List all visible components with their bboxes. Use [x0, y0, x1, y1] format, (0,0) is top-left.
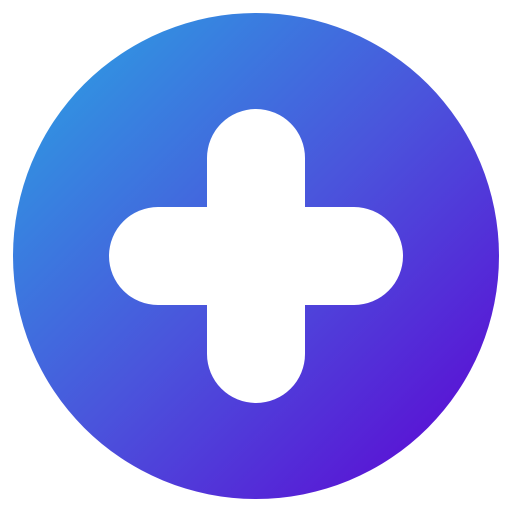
plus-horizontal-bar [109, 207, 403, 305]
app-icon-canvas [0, 0, 512, 512]
add-circle-button[interactable] [0, 0, 512, 512]
